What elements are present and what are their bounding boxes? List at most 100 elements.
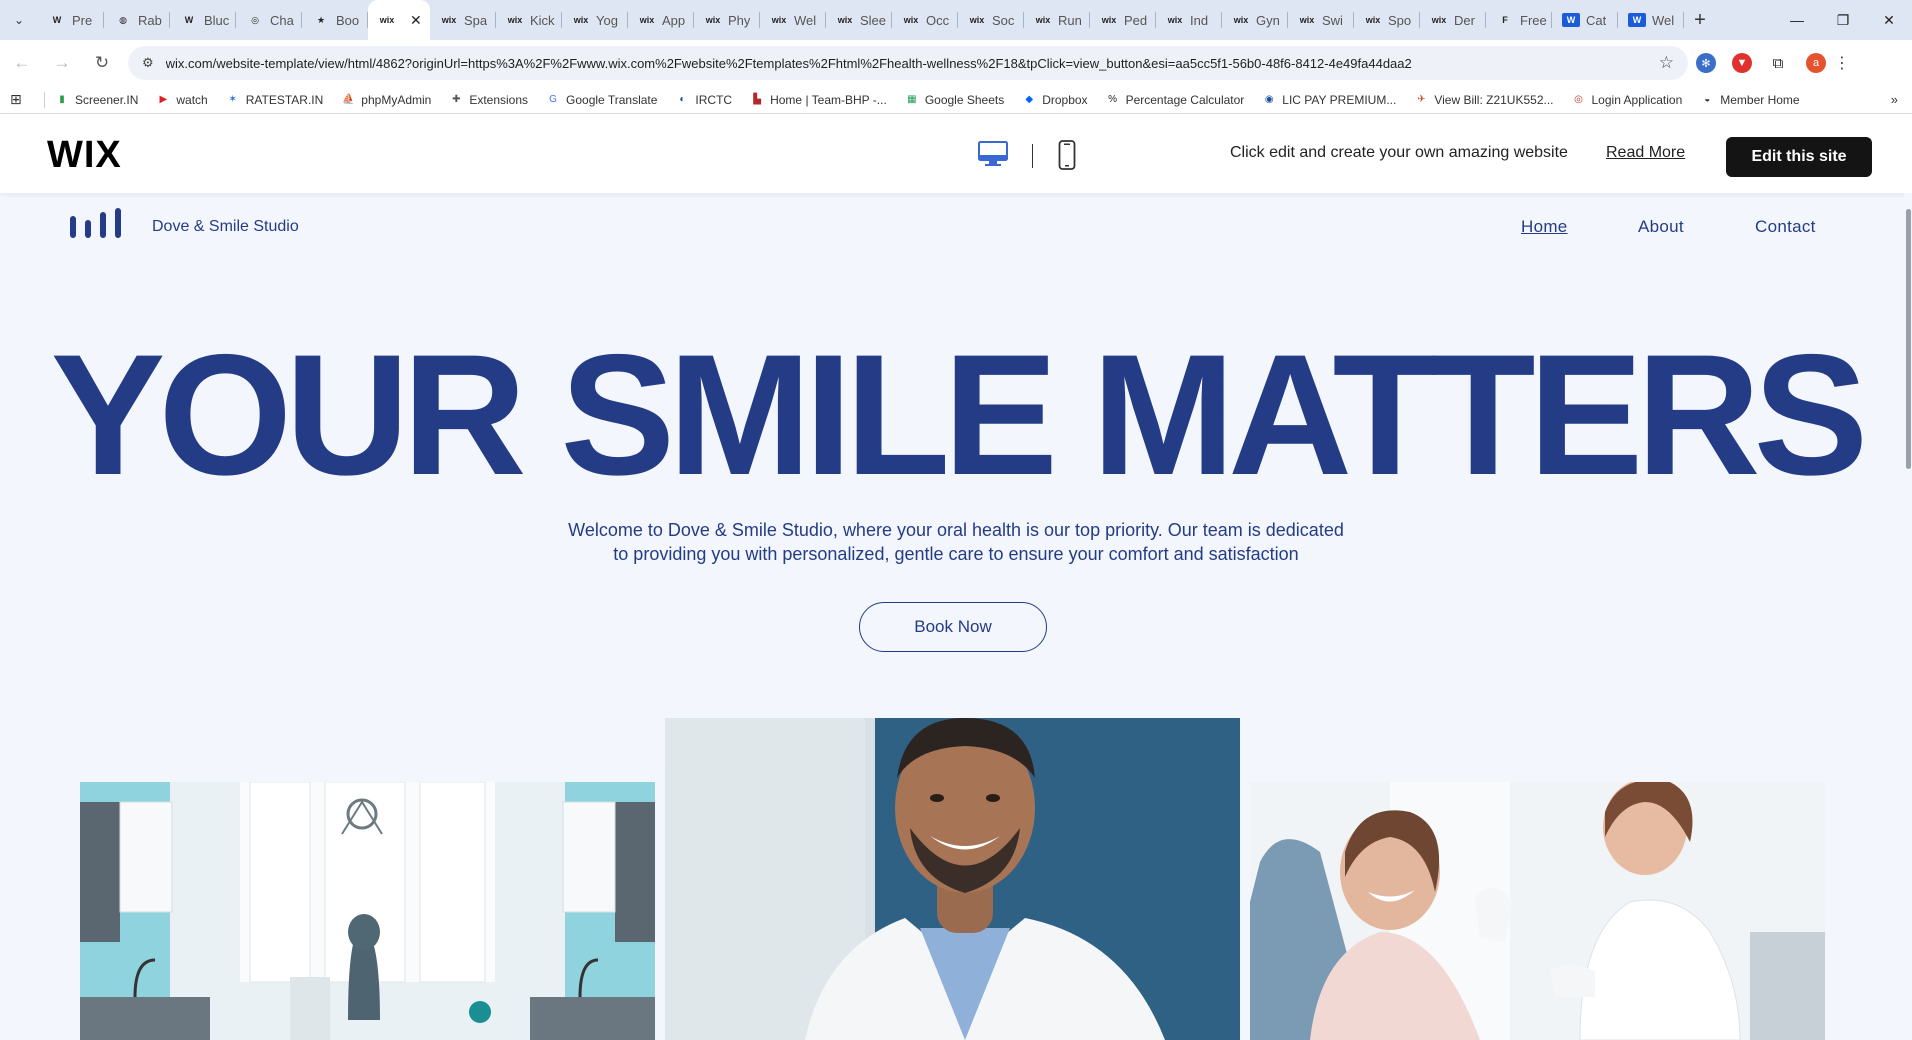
wix-logo[interactable]: WIX <box>47 134 122 177</box>
bookmark-star-icon[interactable]: ☆ <box>1659 53 1674 73</box>
tab-favicon-icon: W <box>1628 13 1646 27</box>
reload-icon[interactable]: ↻ <box>84 45 120 81</box>
bookmark-item[interactable]: ⛵ phpMyAdmin <box>341 93 431 107</box>
bookmark-item[interactable]: ◒ Member Home <box>1700 93 1799 107</box>
nav-contact-link[interactable]: Contact <box>1755 217 1816 237</box>
extensions-puzzle-icon[interactable]: ⧉ <box>1760 45 1796 81</box>
tab[interactable]: wix Spo <box>1354 0 1420 40</box>
hero-title: YOUR SMILE MATTERS <box>50 319 1869 511</box>
bookmark-label: Member Home <box>1720 92 1800 107</box>
tab[interactable]: ◎ Cha <box>236 0 302 40</box>
extension-shield-icon[interactable]: ▼ <box>1732 53 1752 73</box>
read-more-link[interactable]: Read More <box>1606 144 1685 162</box>
tab-active[interactable]: wix ✕ <box>368 0 430 40</box>
tab[interactable]: W Pre <box>38 0 104 40</box>
tab-title: Ped <box>1124 12 1148 28</box>
bookmark-favicon-icon: ◆ <box>1025 94 1034 105</box>
tab[interactable]: wix Soc <box>958 0 1024 40</box>
bookmark-item[interactable]: % Percentage Calculator <box>1106 93 1244 107</box>
nav-home-link[interactable]: Home <box>1521 217 1568 237</box>
tab[interactable]: wix Ind <box>1156 0 1222 40</box>
tab-title: Run <box>1058 12 1082 28</box>
tab[interactable]: wix Occ <box>892 0 958 40</box>
site-name[interactable]: Dove & Smile Studio <box>152 218 299 236</box>
site-info-icon[interactable]: ⚙ <box>142 55 154 71</box>
hero-subtitle-line-2: to providing you with personalized, gent… <box>613 544 1299 564</box>
tab-favicon-icon: wix <box>903 15 919 25</box>
bookmark-item[interactable]: ▶ watch <box>156 92 208 107</box>
dentist-portrait-photo <box>665 718 1240 1040</box>
tab[interactable]: wix Der <box>1420 0 1486 40</box>
bookmark-item[interactable]: ◐ IRCTC <box>675 93 732 107</box>
tab-title: Wel <box>1652 12 1675 28</box>
tab[interactable]: W Cat <box>1552 0 1618 40</box>
mobile-view-icon[interactable] <box>1058 140 1076 170</box>
bookmark-item[interactable]: ▙ Home | Team-BHP -... <box>750 93 887 107</box>
tab-favicon-icon: wix <box>441 15 457 25</box>
back-icon[interactable]: ← <box>4 45 40 81</box>
bookmark-item[interactable]: ✚ Extensions <box>449 93 528 107</box>
bookmark-item[interactable]: ◉ LIC PAY PREMIUM... <box>1262 93 1396 107</box>
wix-preview-banner: WIX Click edit and create your own amazi… <box>0 114 1912 193</box>
tab-favicon-icon: wix <box>705 15 721 25</box>
scrollbar-thumb[interactable] <box>1906 209 1911 469</box>
tab[interactable]: W Bluc <box>170 0 236 40</box>
bookmark-item[interactable]: ✶ RATESTAR.IN <box>226 93 324 107</box>
forward-icon[interactable]: → <box>44 45 80 81</box>
apps-grid-icon[interactable]: ⊞ <box>10 91 30 108</box>
banner-message: Click edit and create your own amazing w… <box>1230 144 1568 161</box>
bookmark-label: watch <box>176 92 208 107</box>
minimize-icon[interactable]: — <box>1774 0 1820 40</box>
bookmark-label: Google Sheets <box>924 92 1005 107</box>
tab-favicon-icon: ◎ <box>251 14 259 25</box>
tab-favicon-icon: wix <box>1365 15 1381 25</box>
bookmark-favicon-icon: ◐ <box>679 94 686 105</box>
profile-avatar[interactable]: a <box>1806 53 1826 73</box>
tab[interactable]: wix Ped <box>1090 0 1156 40</box>
new-tab-button[interactable]: + <box>1684 0 1716 40</box>
book-now-button[interactable]: Book Now <box>859 602 1047 652</box>
tab[interactable]: wix Spa <box>430 0 496 40</box>
tab-title: Der <box>1454 12 1475 28</box>
tab[interactable]: wix Swi <box>1288 0 1354 40</box>
url-input[interactable]: ⚙ wix.com/website-template/view/html/486… <box>128 46 1688 80</box>
tab[interactable]: ★ Boo <box>302 0 368 40</box>
tab-title: Bluc <box>204 12 230 28</box>
page-scrollbar[interactable] <box>1904 193 1912 1040</box>
tab-favicon-icon: wix <box>837 15 853 25</box>
tab[interactable]: wix Gyn <box>1222 0 1288 40</box>
bookmark-item[interactable]: ◆ Dropbox <box>1022 93 1087 107</box>
tab[interactable]: W Wel <box>1618 0 1684 40</box>
tab-search-chevron-icon[interactable]: ⌄ <box>0 0 38 40</box>
more-bookmarks-icon[interactable]: » <box>1891 92 1898 107</box>
bookmark-item[interactable]: ✈ View Bill: Z21UK552... <box>1414 93 1553 107</box>
tab[interactable]: wix Run <box>1024 0 1090 40</box>
bookmark-item[interactable]: ◎ Login Application <box>1572 93 1682 107</box>
tab-favicon-icon: wix <box>1299 15 1315 25</box>
bookmark-item[interactable]: G Google Translate <box>546 93 657 107</box>
tab[interactable]: wix Yog <box>562 0 628 40</box>
tab[interactable]: wix Slee <box>826 0 892 40</box>
bookmark-item[interactable]: ▮ Screener.IN <box>55 93 138 107</box>
tab[interactable]: ◍ Rab <box>104 0 170 40</box>
tab[interactable]: F Free <box>1486 0 1552 40</box>
close-tab-icon[interactable]: ✕ <box>410 12 422 29</box>
restore-icon[interactable]: ❐ <box>1820 0 1866 40</box>
tab-favicon-icon: wix <box>1431 15 1447 25</box>
tab[interactable]: wix App <box>628 0 694 40</box>
bookmark-label: LIC PAY PREMIUM... <box>1282 92 1397 107</box>
site-logo-icon[interactable] <box>70 208 126 238</box>
nav-about-link[interactable]: About <box>1638 217 1684 237</box>
bookmark-item[interactable]: ▦ Google Sheets <box>905 93 1004 107</box>
browser-menu-icon[interactable]: ⋮ <box>1826 53 1858 73</box>
edit-site-button[interactable]: Edit this site <box>1726 137 1872 177</box>
tab[interactable]: wix Phy <box>694 0 760 40</box>
tab[interactable]: wix Wel <box>760 0 826 40</box>
bookmark-label: IRCTC <box>695 92 733 107</box>
extension-globe-icon[interactable]: ✻ <box>1696 53 1716 73</box>
tab-title: Cat <box>1586 12 1607 28</box>
bookmark-label: phpMyAdmin <box>361 92 432 107</box>
desktop-view-icon[interactable] <box>978 141 1008 167</box>
close-window-icon[interactable]: ✕ <box>1866 0 1912 40</box>
tab[interactable]: wix Kick <box>496 0 562 40</box>
